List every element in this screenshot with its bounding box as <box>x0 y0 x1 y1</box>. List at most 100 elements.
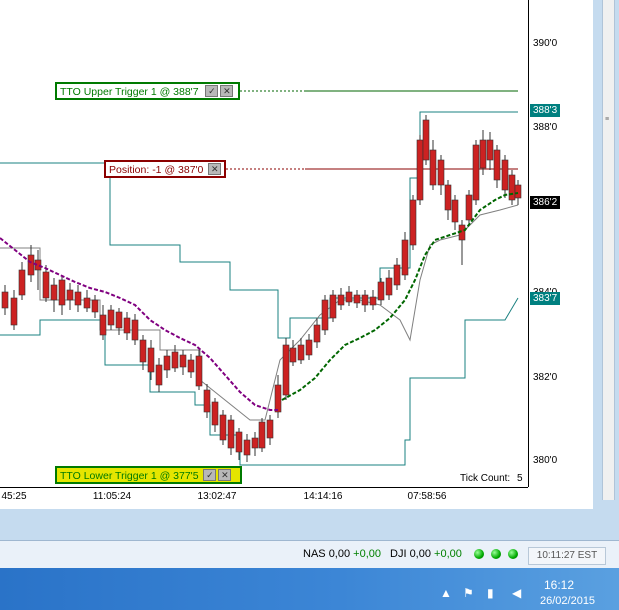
candle-down <box>479 139 487 169</box>
taskbar: ▲ ⚑ ▮ ◀ 16:12 26/02/2015 <box>0 568 619 610</box>
volume-icon[interactable]: ◀ <box>512 586 521 600</box>
candle-down <box>131 319 139 341</box>
candle-down <box>377 281 385 301</box>
candle-down <box>107 309 115 326</box>
candle-down <box>297 344 305 361</box>
green-moving-average <box>281 192 519 401</box>
ticker-dji[interactable]: DJI 0,00 +0,00 <box>390 548 462 560</box>
candle-down <box>437 159 445 186</box>
ticker-change: +0,00 <box>434 548 462 560</box>
candle-down <box>472 144 480 201</box>
candle-down <box>227 419 235 449</box>
taskbar-clock-date[interactable]: 26/02/2015 <box>540 595 595 607</box>
candle-down <box>337 294 345 306</box>
candle-down <box>353 294 361 304</box>
price-chart[interactable] <box>0 0 528 487</box>
price-axis-label: 390'0 <box>533 38 558 49</box>
candle-down <box>187 359 195 373</box>
price-tag-current: 386'2 <box>530 196 561 209</box>
candle-down <box>444 184 452 211</box>
upper-trigger-label[interactable]: TTO Upper Trigger 1 @ 388'7 ✓ ✕ <box>55 82 240 100</box>
chart-area[interactable]: TTO Upper Trigger 1 @ 388'7 ✓ ✕ Position:… <box>0 0 528 487</box>
candle-down <box>258 421 266 449</box>
candle-down <box>74 291 82 306</box>
time-axis[interactable]: 45:25 11:05:24 13:02:47 14:14:16 07:58:5… <box>0 487 528 509</box>
candle-down <box>451 199 459 223</box>
time-axis-label: 45:25 <box>1 491 27 502</box>
candle-down <box>385 277 393 296</box>
candle-down <box>91 299 99 313</box>
price-axis[interactable]: 390'0 388'0 384'0 382'0 380'0 388'3 386'… <box>528 0 593 487</box>
time-axis-label: 11:05:24 <box>92 491 132 502</box>
show-hidden-icons-icon[interactable]: ▲ <box>440 586 452 600</box>
status-bar: NAS 0,00 +0,00 DJI 0,00 +0,00 10:11:27 E… <box>0 540 619 568</box>
candle-down <box>27 254 35 276</box>
price-axis-label: 388'0 <box>533 122 558 133</box>
check-icon[interactable]: ✓ <box>203 469 217 481</box>
upper-trigger-text: TTO Upper Trigger 1 @ 388'7 <box>60 86 199 98</box>
candle-down <box>422 119 430 161</box>
candle-down <box>409 199 417 246</box>
candle-down <box>163 355 171 371</box>
candle-down <box>416 139 424 201</box>
close-icon[interactable]: ✕ <box>218 469 232 481</box>
window-frame-bottom <box>0 509 602 540</box>
connection-status-icon <box>474 549 484 559</box>
candle-down <box>501 159 509 191</box>
action-center-flag-icon[interactable]: ⚑ <box>463 586 474 600</box>
candle-down <box>369 296 377 306</box>
candle-down <box>58 279 66 306</box>
candle-down <box>66 289 74 301</box>
time-axis-label: 07:58:56 <box>407 491 447 502</box>
candle-down <box>18 269 26 296</box>
candle-down <box>171 351 179 369</box>
candle-down <box>211 401 219 426</box>
candle-down <box>179 354 187 368</box>
tick-count: Tick Count: 5 <box>460 473 523 484</box>
candle-down <box>514 184 522 199</box>
candle-down <box>147 347 155 373</box>
ticker-nas[interactable]: NAS 0,00 +0,00 <box>303 548 381 560</box>
taskbar-clock-time[interactable]: 16:12 <box>544 578 574 592</box>
purple-moving-average <box>0 237 278 411</box>
candle-down <box>289 347 297 363</box>
ticker-value: 0,00 <box>409 548 431 560</box>
candle-down <box>493 149 501 181</box>
candle-down <box>42 271 50 299</box>
candle-down <box>235 431 243 453</box>
tick-count-value: 5 <box>516 473 523 484</box>
position-text: Position: -1 @ 387'0 <box>109 164 204 176</box>
check-icon[interactable]: ✓ <box>205 85 219 97</box>
candle-down <box>219 414 227 441</box>
candle-down <box>393 264 401 286</box>
price-axis-label: 382'0 <box>533 372 558 383</box>
status-clock: 10:11:27 EST <box>528 547 606 565</box>
candle-down <box>115 311 123 329</box>
scroll-grip-icon[interactable]: ≡ <box>605 116 612 123</box>
candle-down <box>251 437 259 449</box>
price-axis-label: 380'0 <box>533 455 558 466</box>
candle-down <box>508 174 516 201</box>
candle-down <box>123 317 131 334</box>
candle-down <box>50 284 58 301</box>
candle-down <box>203 389 211 413</box>
close-icon[interactable]: ✕ <box>220 85 234 97</box>
lower-trigger-label[interactable]: TTO Lower Trigger 1 @ 377'5 ✓ ✕ <box>55 466 242 484</box>
connection-status-icon <box>508 549 518 559</box>
network-icon[interactable]: ▮ <box>487 586 494 600</box>
candle-down <box>305 339 313 356</box>
close-icon[interactable]: ✕ <box>208 163 222 175</box>
candle-down <box>1 291 9 309</box>
candle-down <box>329 294 337 319</box>
candle-down <box>195 355 203 387</box>
candle-down <box>274 384 282 413</box>
candle-down <box>486 139 494 161</box>
lower-trigger-text: TTO Lower Trigger 1 @ 377'5 <box>60 470 199 482</box>
candle-down <box>243 439 251 456</box>
vertical-scrollbar[interactable]: ≡ <box>602 0 615 500</box>
time-axis-label: 14:14:16 <box>303 491 343 502</box>
candle-down <box>83 297 91 309</box>
candle-down <box>361 294 369 306</box>
price-tag-upper: 388'3 <box>530 104 561 117</box>
position-label[interactable]: Position: -1 @ 387'0 ✕ <box>104 160 226 178</box>
